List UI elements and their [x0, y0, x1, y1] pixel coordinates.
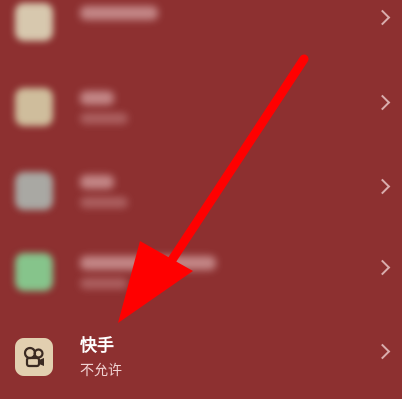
chevron-right-icon [374, 259, 391, 276]
permission-status: 不允许 [80, 363, 122, 379]
blurred-app-name [80, 256, 216, 270]
chevron-right-icon [374, 94, 391, 111]
app-icon [15, 172, 53, 210]
list-item[interactable] [0, 67, 402, 147]
chevron-right-icon [374, 9, 391, 26]
app-name: 快手 [80, 336, 114, 356]
app-icon [15, 253, 53, 291]
chevron-right-icon [374, 343, 391, 360]
blurred-app-name [80, 175, 114, 189]
blurred-app-name [80, 6, 158, 20]
list-item-kuaishou[interactable]: 快手 不允许 [0, 316, 402, 396]
list-item[interactable] [0, 151, 402, 231]
blurred-app-status [80, 278, 128, 289]
blurred-app-name [80, 91, 114, 105]
app-permission-list: 快手 不允许 [0, 0, 402, 399]
list-item[interactable] [0, 232, 402, 312]
blurred-app-status [80, 197, 128, 208]
blurred-app-status [80, 113, 128, 124]
chevron-right-icon [374, 178, 391, 195]
list-item[interactable] [0, 0, 402, 62]
app-icon [15, 3, 53, 41]
kuaishou-icon [15, 338, 53, 376]
app-icon [15, 88, 53, 126]
